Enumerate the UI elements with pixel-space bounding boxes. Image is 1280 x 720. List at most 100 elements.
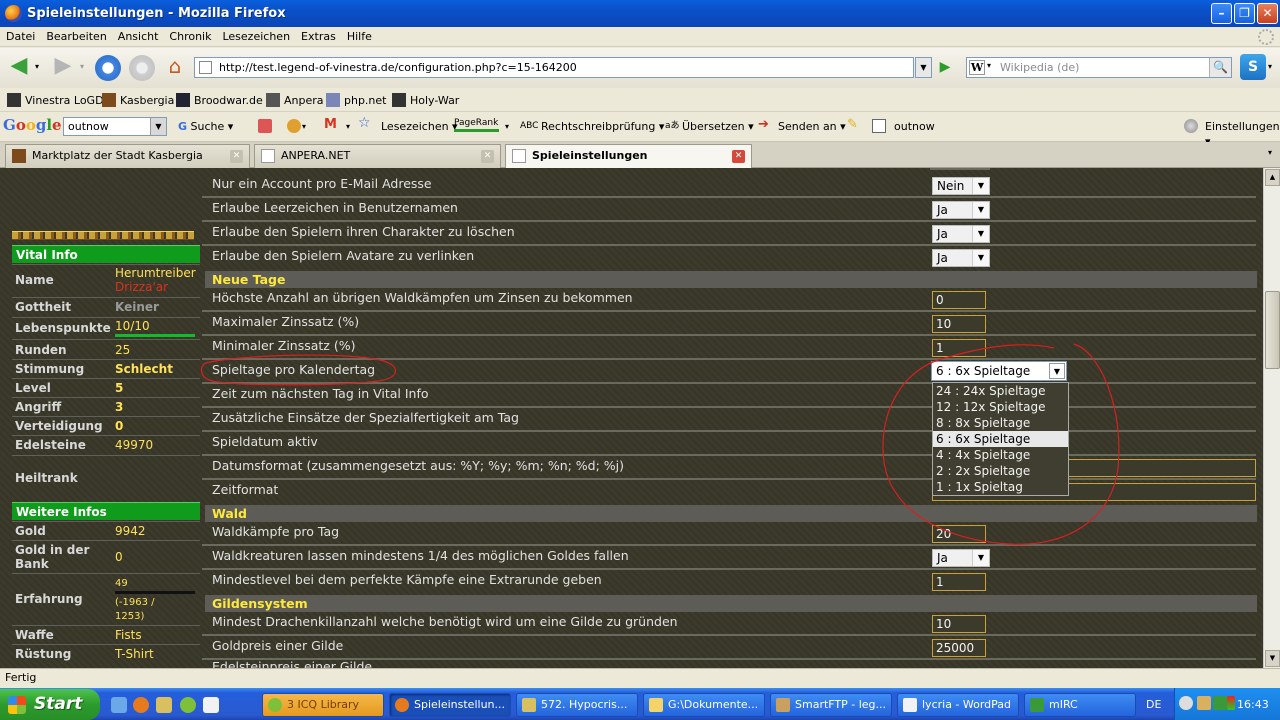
wikipedia-icon[interactable]: W (969, 60, 985, 75)
chevron-down-icon[interactable]: ▼ (972, 202, 989, 218)
bookmark-vinestra[interactable]: Vinestra LoGD (7, 93, 104, 109)
chevron-down-icon[interactable]: ▾ (346, 119, 350, 134)
task-mirc[interactable]: mIRC (1024, 693, 1136, 717)
tab-close-icon[interactable]: ✕ (732, 150, 745, 163)
tab-list-button[interactable]: ▾ (1262, 148, 1278, 162)
task-firefox[interactable]: Spieleinstellun... (389, 693, 511, 717)
chevron-down-icon[interactable]: ▾ (987, 61, 991, 70)
star-icon[interactable]: ☆ (358, 116, 371, 131)
puzzle-icon[interactable] (287, 119, 301, 133)
maximize-button[interactable]: ❐ (1234, 3, 1255, 24)
bookmark-holywar[interactable]: Holy-War (392, 93, 459, 109)
skype-menu-arrow[interactable]: ▾ (1268, 62, 1272, 71)
chevron-down-icon[interactable]: ▼ (150, 118, 166, 135)
chevron-down-icon[interactable]: ▼ (972, 550, 989, 566)
menu-hilfe[interactable]: Hilfe (341, 27, 377, 43)
popup-blocker-icon[interactable] (258, 119, 272, 133)
google-logo[interactable]: Google (3, 116, 62, 134)
setting-select[interactable]: Ja ▼ (932, 249, 990, 267)
setting-select[interactable]: Ja ▼ (932, 201, 990, 219)
search-input[interactable]: Wikipedia (de) (1000, 61, 1079, 74)
chevron-down-icon[interactable]: ▼ (972, 226, 989, 242)
setting-select[interactable]: Ja ▼ (932, 225, 990, 243)
tab-anpera[interactable]: ANPERA.NET ✕ (254, 144, 501, 168)
bookmark-icon (176, 93, 190, 107)
tab-favicon (261, 149, 275, 163)
icq-icon (268, 698, 282, 712)
setting-input[interactable]: 1 (932, 573, 986, 591)
setting-input[interactable]: 10 (932, 315, 986, 333)
bookmark-anpera[interactable]: Anpera (266, 93, 324, 109)
tray-arrow-icon[interactable] (1179, 696, 1193, 710)
wordpad-icon[interactable] (203, 697, 219, 713)
bookmark-kasbergia[interactable]: Kasbergia (102, 93, 174, 109)
back-button[interactable]: ◀ (6, 55, 32, 78)
menu-lesezeichen[interactable]: Lesezeichen (216, 27, 295, 43)
search-box[interactable]: W ▾ Wikipedia (de) 🔍 (966, 57, 1232, 78)
firefox-icon[interactable] (133, 697, 149, 713)
reload-button[interactable] (95, 55, 121, 81)
google-search-button[interactable]: G Suche ▾ (178, 119, 233, 134)
row-divider (202, 244, 1256, 246)
chevron-down-icon[interactable]: ▼ (972, 178, 989, 194)
icq-icon[interactable] (180, 697, 196, 713)
go-button[interactable]: ▶ (935, 59, 955, 77)
task-hypocris[interactable]: 572. Hypocris... (516, 693, 638, 717)
menu-ansicht[interactable]: Ansicht (112, 27, 164, 43)
forward-history-arrow[interactable]: ▾ (80, 62, 84, 71)
menu-datei[interactable]: Datei (0, 27, 40, 43)
highlighter-icon[interactable]: ✎ (847, 117, 858, 132)
minimize-button[interactable]: – (1211, 3, 1232, 24)
chevron-down-icon[interactable]: ▾ (505, 119, 509, 134)
send-to-button[interactable]: Senden an ▾ (778, 119, 846, 134)
setting-input[interactable]: 10 (932, 615, 986, 633)
menu-chronik[interactable]: Chronik (163, 27, 216, 43)
ie-icon[interactable] (111, 697, 127, 713)
spellcheck-button[interactable]: Rechtschreibprüfung ▾ (541, 119, 664, 134)
start-button[interactable]: Start (0, 689, 100, 720)
google-search-input[interactable]: outnow ▼ (63, 117, 167, 136)
chevron-down-icon[interactable]: ▼ (972, 250, 989, 266)
task-wordpad[interactable]: lycria - WordPad (897, 693, 1019, 717)
tray-icq-icon[interactable] (1213, 696, 1227, 710)
setting-select[interactable]: Nein ▼ (932, 177, 990, 195)
task-smartftp[interactable]: SmartFTP - leg... (770, 693, 892, 717)
task-explorer[interactable]: G:\Dokumente... (643, 693, 765, 717)
back-history-arrow[interactable]: ▾ (35, 62, 39, 71)
scroll-thumb[interactable] (1265, 291, 1280, 369)
forward-button[interactable]: ▶ (50, 55, 76, 78)
tab-close-icon[interactable]: ✕ (481, 150, 494, 163)
smartftp-icon[interactable] (156, 697, 172, 713)
gmail-icon[interactable]: M (324, 117, 337, 132)
url-dropdown-button[interactable]: ▼ (915, 57, 932, 78)
setting-input[interactable]: 25000 (932, 639, 986, 657)
search-icon[interactable]: 🔍 (1209, 58, 1231, 77)
stop-button[interactable] (129, 55, 155, 81)
tab-spieleinstellungen[interactable]: Spieleinstellungen ✕ (505, 144, 752, 170)
scroll-down-button[interactable]: ▼ (1265, 650, 1280, 667)
close-button[interactable]: ✕ (1257, 3, 1278, 24)
tab-close-icon[interactable]: ✕ (230, 150, 243, 163)
bookmark-phpnet[interactable]: php.net (326, 93, 387, 109)
hp-bar (115, 334, 195, 337)
search-term-button[interactable]: outnow (894, 119, 935, 134)
chevron-down-icon[interactable]: ▾ (302, 119, 306, 134)
translate-button[interactable]: Übersetzen ▾ (682, 119, 754, 134)
setting-input[interactable]: 0 (932, 291, 986, 309)
url-bar[interactable]: http://test.legend-of-vinestra.de/config… (194, 57, 914, 78)
skype-icon[interactable]: S (1240, 54, 1266, 80)
language-indicator[interactable]: DE (1146, 696, 1170, 714)
vertical-scrollbar[interactable]: ▲ ▼ (1263, 168, 1280, 668)
menu-bearbeiten[interactable]: Bearbeiten (40, 27, 111, 43)
menu-extras[interactable]: Extras (295, 27, 341, 43)
home-icon[interactable]: ⌂ (163, 56, 187, 78)
scroll-up-button[interactable]: ▲ (1265, 169, 1280, 186)
bookmark-broodwar[interactable]: Broodwar.de (176, 93, 263, 109)
vital-info-header: Vital Info (12, 245, 200, 263)
stat-verteidigung: Verteidigung 0 (12, 416, 200, 435)
bookmarks-button[interactable]: Lesezeichen ▾ (381, 119, 458, 134)
tray-ftp-icon[interactable] (1197, 696, 1211, 710)
setting-select[interactable]: Ja ▼ (932, 549, 990, 567)
tab-marktplatz[interactable]: Marktplatz der Stadt Kasbergia ✕ (5, 144, 250, 168)
task-icq[interactable]: 3 ICQ Library (262, 693, 384, 717)
